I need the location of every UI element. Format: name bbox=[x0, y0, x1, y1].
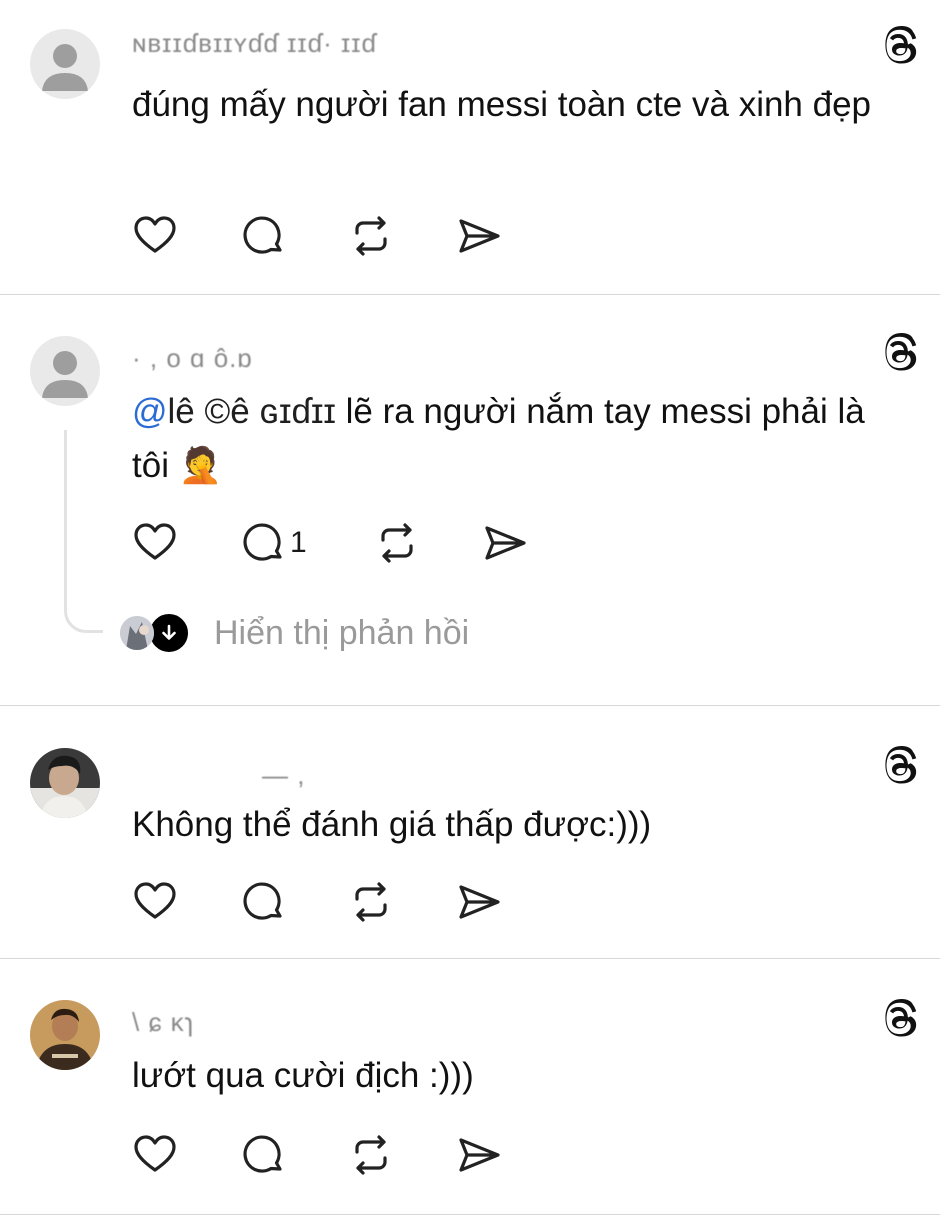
mention-link[interactable]: @lê ©ê ɢɪɗɪɪ bbox=[132, 392, 336, 431]
show-replies-label: Hiển thị phản hồi bbox=[214, 613, 470, 652]
like-button[interactable] bbox=[132, 1131, 240, 1179]
thread-connector-line bbox=[64, 430, 103, 633]
comment-button[interactable] bbox=[240, 212, 348, 260]
comment-button[interactable] bbox=[240, 1131, 348, 1179]
like-button[interactable] bbox=[132, 878, 240, 926]
heart-icon bbox=[134, 216, 176, 253]
username[interactable]: ɴʙɪɪɗʙɪɪʏɗɗ ɪɪɗ· ɪɪɗ bbox=[132, 28, 377, 58]
arrow-down-icon bbox=[148, 612, 190, 654]
repost-icon bbox=[355, 1135, 387, 1175]
repost-button[interactable] bbox=[374, 519, 482, 567]
comment-button[interactable] bbox=[240, 878, 348, 926]
photo-avatar-warm bbox=[30, 1000, 100, 1070]
action-bar: 1 bbox=[132, 519, 542, 567]
send-icon bbox=[459, 219, 500, 253]
replier-avatar bbox=[120, 616, 154, 650]
avatar[interactable] bbox=[30, 1000, 100, 1070]
mention-at-sign: @ bbox=[132, 392, 168, 431]
like-button[interactable] bbox=[132, 519, 240, 567]
threads-logo-icon[interactable] bbox=[878, 744, 922, 788]
comment-bubble-icon bbox=[243, 523, 282, 561]
post-3: — , Không thể đánh giá thấp được:))) bbox=[0, 706, 940, 958]
post-text: lướt qua cười địch :))) bbox=[132, 1056, 474, 1095]
threads-logo-icon[interactable] bbox=[878, 331, 922, 375]
mention-handle: lê ©ê ɢɪɗɪɪ bbox=[167, 392, 336, 431]
post-divider bbox=[0, 1214, 940, 1215]
replier-avatar-image bbox=[120, 616, 154, 650]
avatar[interactable] bbox=[30, 748, 100, 818]
send-icon bbox=[459, 885, 500, 919]
comment-button[interactable]: 1 bbox=[240, 519, 374, 567]
action-bar bbox=[132, 1131, 516, 1179]
heart-icon bbox=[134, 523, 176, 560]
photo-avatar-dark bbox=[30, 748, 100, 818]
like-button[interactable] bbox=[132, 212, 240, 260]
post-4: \ ɕ ĸɿ lướt qua cười địch :))) bbox=[0, 959, 940, 1215]
share-button[interactable] bbox=[482, 519, 542, 567]
send-icon bbox=[485, 526, 526, 560]
threads-logo-icon[interactable] bbox=[878, 997, 922, 1041]
comment-bubble-icon bbox=[243, 216, 282, 254]
share-button[interactable] bbox=[456, 212, 516, 260]
show-replies-button[interactable]: Hiển thị phản hồi bbox=[120, 612, 470, 654]
repost-button[interactable] bbox=[348, 212, 456, 260]
post-text: đúng mấy người fan messi toàn cte và xin… bbox=[132, 85, 872, 124]
heart-icon bbox=[134, 882, 176, 919]
username[interactable]: \ ɕ ĸɿ bbox=[132, 1007, 194, 1037]
send-icon bbox=[459, 1138, 500, 1172]
default-avatar-icon bbox=[42, 351, 88, 398]
threads-logo-icon[interactable] bbox=[878, 24, 922, 68]
default-avatar-icon bbox=[42, 44, 88, 91]
share-button[interactable] bbox=[456, 1131, 516, 1179]
post-text: @lê ©ê ɢɪɗɪɪ lẽ ra người nắm tay messi p… bbox=[132, 385, 902, 493]
action-bar bbox=[132, 878, 516, 926]
repost-icon bbox=[355, 882, 387, 922]
share-button[interactable] bbox=[456, 878, 516, 926]
avatar[interactable] bbox=[30, 29, 100, 99]
avatar[interactable] bbox=[30, 336, 100, 406]
post-text: Không thể đánh giá thấp được:))) bbox=[132, 805, 652, 844]
post-2: · , o ɑ ô.ɒ @lê ©ê ɢɪɗɪɪ lẽ ra người nắm… bbox=[0, 295, 940, 705]
repost-button[interactable] bbox=[348, 1131, 456, 1179]
action-bar bbox=[132, 212, 516, 260]
repost-icon bbox=[355, 216, 387, 256]
username[interactable]: — , bbox=[262, 760, 305, 790]
username[interactable]: · , o ɑ ô.ɒ bbox=[132, 343, 253, 373]
repost-button[interactable] bbox=[348, 878, 456, 926]
comment-bubble-icon bbox=[243, 1135, 282, 1173]
post-1: ɴʙɪɪɗʙɪɪʏɗɗ ɪɪɗ· ɪɪɗ đúng mấy người fan … bbox=[0, 0, 940, 294]
reply-count: 1 bbox=[290, 526, 307, 559]
heart-icon bbox=[134, 1135, 176, 1172]
comment-bubble-icon bbox=[243, 882, 282, 920]
repost-icon bbox=[381, 523, 413, 563]
